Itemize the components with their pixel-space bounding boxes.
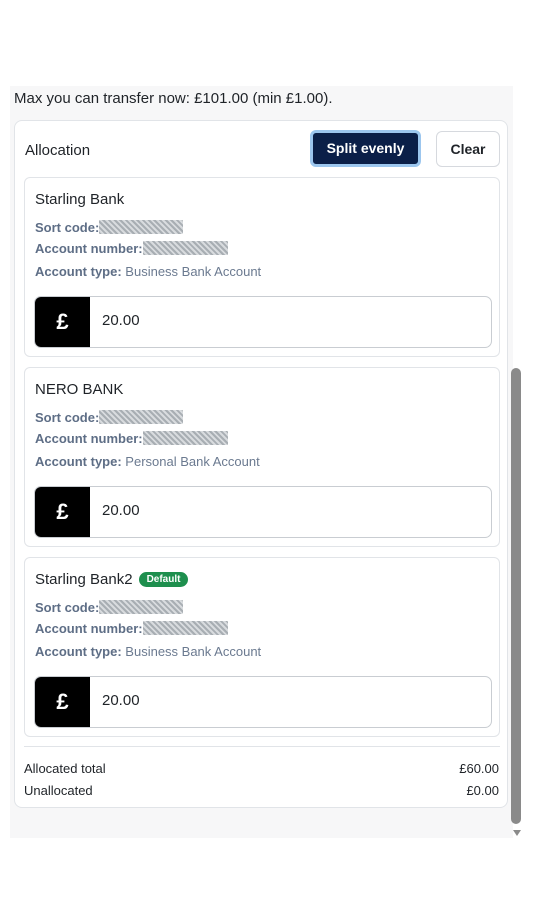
sort-code-redacted — [99, 600, 184, 614]
account-type-label: Account type: — [35, 264, 122, 279]
account-number-row: Account number: — [35, 241, 228, 256]
account-number-redacted — [142, 241, 228, 255]
sort-code-row: Sort code: — [35, 220, 184, 235]
amount-input[interactable]: £ 20.00 — [34, 296, 492, 348]
allocation-panel: Allocation Split evenly Clear Starling B… — [14, 120, 508, 808]
totals-divider — [24, 746, 500, 747]
sort-code-redacted — [99, 220, 184, 234]
pound-icon: £ — [35, 677, 90, 727]
sort-code-label: Sort code: — [35, 220, 100, 235]
unallocated-value: £0.00 — [466, 783, 499, 798]
amount-value[interactable]: 20.00 — [102, 692, 140, 709]
account-type-label: Account type: — [35, 454, 122, 469]
account-number-label: Account number: — [35, 621, 143, 636]
pound-icon: £ — [35, 487, 90, 537]
allocated-total-value: £60.00 — [459, 761, 499, 776]
account-number-label: Account number: — [35, 431, 143, 446]
clear-button[interactable]: Clear — [436, 131, 500, 167]
bank-name: Starling Bank2 Default — [35, 571, 189, 588]
amount-input[interactable]: £ 20.00 — [34, 486, 492, 538]
account-card: Starling Bank2 Default Sort code: Account… — [24, 557, 500, 737]
sort-code-redacted — [99, 410, 184, 424]
sort-code-row: Sort code: — [35, 600, 184, 615]
account-number-redacted — [142, 621, 228, 635]
account-type-row: Account type: Personal Bank Account — [35, 454, 260, 469]
account-card: NERO BANK Sort code: Account number: Acc… — [24, 367, 500, 547]
pound-icon: £ — [35, 297, 90, 347]
sort-code-row: Sort code: — [35, 410, 184, 425]
scroll-down-arrow-icon[interactable] — [513, 830, 521, 836]
account-number-label: Account number: — [35, 241, 143, 256]
account-type-row: Account type: Business Bank Account — [35, 644, 261, 659]
account-number-row: Account number: — [35, 431, 228, 446]
account-card: Starling Bank Sort code: Account number:… — [24, 177, 500, 357]
bank-name-text: Starling Bank2 — [35, 571, 133, 588]
account-type-value: Business Bank Account — [125, 644, 262, 659]
max-transfer-text: Max you can transfer now: £101.00 (min £… — [14, 90, 333, 107]
sort-code-label: Sort code: — [35, 600, 100, 615]
bank-name: NERO BANK — [35, 381, 124, 398]
amount-value[interactable]: 20.00 — [102, 312, 140, 329]
scrollbar-thumb[interactable] — [511, 368, 521, 824]
allocated-total-label: Allocated total — [24, 761, 106, 776]
account-type-value: Personal Bank Account — [125, 454, 260, 469]
split-evenly-button[interactable]: Split evenly — [310, 130, 421, 167]
allocation-title: Allocation — [25, 142, 91, 159]
account-number-row: Account number: — [35, 621, 228, 636]
default-badge: Default — [138, 572, 189, 587]
account-type-label: Account type: — [35, 644, 122, 659]
account-number-redacted — [142, 431, 228, 445]
amount-input[interactable]: £ 20.00 — [34, 676, 492, 728]
bank-name: Starling Bank — [35, 191, 125, 208]
account-type-row: Account type: Business Bank Account — [35, 264, 261, 279]
sort-code-label: Sort code: — [35, 410, 100, 425]
account-type-value: Business Bank Account — [125, 264, 262, 279]
amount-value[interactable]: 20.00 — [102, 502, 140, 519]
unallocated-label: Unallocated — [24, 783, 93, 798]
